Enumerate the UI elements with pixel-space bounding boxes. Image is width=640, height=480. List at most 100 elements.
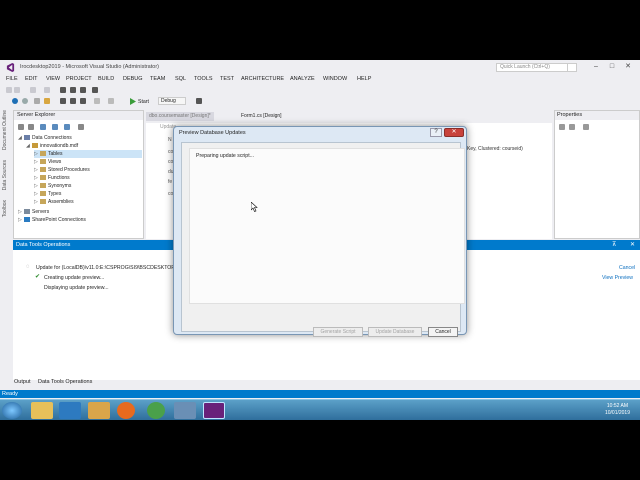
tree-node-servers[interactable]: ▷ Servers: [18, 208, 49, 216]
preview-database-updates-dialog: Preview Database Updates ? ✕ Preparing u…: [173, 126, 467, 337]
menu-test[interactable]: TEST: [220, 76, 234, 82]
media-player-icon[interactable]: [88, 402, 110, 419]
tree-node-stored-procedures[interactable]: ▷ Stored Procedures: [34, 166, 90, 174]
forward-icon[interactable]: [22, 98, 28, 104]
redo-icon[interactable]: [108, 98, 114, 104]
quick-launch-input[interactable]: Quick Launch (Ctrl+Q): [496, 63, 568, 72]
app-icon[interactable]: [174, 402, 196, 419]
menu-debug[interactable]: DEBUG: [123, 76, 143, 82]
close-icon[interactable]: ✕: [630, 241, 635, 248]
menu-view[interactable]: VIEW: [46, 76, 60, 82]
operation-line: Displaying update preview...: [44, 285, 109, 291]
tree-node-types[interactable]: ▷ Types: [34, 190, 61, 198]
status-text: Ready: [2, 391, 18, 397]
operation-line: Update for (LocalDB)\v11.0:E:\CSPROG\SI9…: [36, 265, 178, 271]
file-explorer-icon[interactable]: [31, 402, 53, 419]
server-explorer-header: Server Explorer: [14, 111, 143, 120]
visual-studio-taskbar-icon[interactable]: [203, 402, 225, 419]
menu-window[interactable]: WINDOW: [323, 76, 347, 82]
menu-sql[interactable]: SQL: [175, 76, 186, 82]
column-fragment: N: [168, 137, 172, 143]
tab-data-sources[interactable]: Data Sources: [2, 160, 8, 190]
pin-icon[interactable]: ⊼: [612, 241, 616, 248]
open-folder-icon[interactable]: [44, 98, 50, 104]
tab-form1-design[interactable]: Form1.cs [Design]: [238, 112, 285, 121]
start-orb-icon[interactable]: [2, 402, 22, 419]
tree-node-views[interactable]: ▷ Views: [34, 158, 61, 166]
close-window-button[interactable]: ✕: [622, 62, 634, 72]
toolbar-icon[interactable]: [92, 87, 98, 93]
tree-node-sharepoint[interactable]: ▷ SharePoint Connections: [18, 216, 86, 224]
minimize-button[interactable]: –: [590, 62, 602, 72]
tree-node-tables[interactable]: ▷ Tables: [34, 150, 142, 158]
toolbar-icon[interactable]: [196, 98, 202, 104]
toolbar-top: [0, 85, 640, 94]
alphabetical-icon[interactable]: [569, 124, 575, 130]
tab-toolbox[interactable]: Toolbox: [2, 200, 8, 217]
toolbar-icon[interactable]: [14, 87, 20, 93]
help-button[interactable]: ?: [430, 128, 442, 137]
toolbar-icon[interactable]: [30, 87, 36, 93]
menu-file[interactable]: FILE: [6, 76, 18, 82]
chrome-icon[interactable]: [147, 402, 165, 419]
menu-analyze[interactable]: ANALYZE: [290, 76, 315, 82]
menu-project[interactable]: PROJECT: [66, 76, 92, 82]
refresh-icon[interactable]: [18, 124, 24, 130]
clock[interactable]: 10:52 AM 10/01/2019: [605, 403, 630, 417]
tree-node-assemblies[interactable]: ▷ Assemblies: [34, 198, 74, 206]
toolbar-icon[interactable]: [80, 98, 86, 104]
view-preview-link[interactable]: View Preview: [602, 275, 633, 281]
stop-icon[interactable]: [28, 124, 34, 130]
start-button[interactable]: Start: [138, 99, 149, 105]
tree-node-database[interactable]: ◢ innovationdb.mdf: [26, 142, 78, 150]
toolbar-icon[interactable]: [80, 87, 86, 93]
save-icon[interactable]: [60, 98, 66, 104]
tab-document-outline[interactable]: Document Outline: [2, 110, 8, 150]
operation-line: Creating update preview...: [44, 275, 105, 281]
dialog-close-button[interactable]: ✕: [444, 128, 464, 137]
back-icon[interactable]: [12, 98, 18, 104]
tab-data-tools-operations[interactable]: Data Tools Operations: [38, 379, 92, 385]
toolbar-icon[interactable]: [44, 87, 50, 93]
config-dropdown[interactable]: Debug: [158, 97, 186, 105]
update-database-button[interactable]: Update Database: [368, 327, 422, 337]
cancel-link[interactable]: Cancel: [619, 265, 635, 271]
menu-tools[interactable]: TOOLS: [194, 76, 213, 82]
internet-explorer-icon[interactable]: [59, 402, 81, 419]
firefox-icon[interactable]: [117, 402, 135, 419]
connect-server-icon[interactable]: [52, 124, 58, 130]
filter-icon[interactable]: [78, 124, 84, 130]
tree-node-functions[interactable]: ▷ Functions: [34, 174, 70, 182]
save-all-icon[interactable]: [70, 98, 76, 104]
toolbar-icon[interactable]: [34, 98, 40, 104]
title-bar: Irocdesktop2019 - Microsoft Visual Studi…: [0, 60, 640, 75]
tab-output[interactable]: Output: [14, 379, 31, 385]
preview-text-area[interactable]: Preparing update script...: [189, 148, 465, 304]
property-pages-icon[interactable]: [583, 124, 589, 130]
menu-build[interactable]: BUILD: [98, 76, 114, 82]
menu-architecture[interactable]: ARCHITECTURE: [241, 76, 284, 82]
maximize-button[interactable]: □: [606, 62, 618, 72]
toolbar-icon[interactable]: [60, 87, 66, 93]
cancel-button[interactable]: Cancel: [428, 327, 458, 337]
menu-edit[interactable]: EDIT: [25, 76, 38, 82]
tree-node-synonyms[interactable]: ▷ Synonyms: [34, 182, 71, 190]
generate-script-button[interactable]: Generate Script: [313, 327, 363, 337]
search-icon[interactable]: [568, 63, 577, 72]
folder-icon: [40, 175, 46, 181]
menu-help[interactable]: HELP: [357, 76, 371, 82]
tree-node-data-connections[interactable]: ◢ Data Connections: [18, 134, 72, 142]
connect-database-icon[interactable]: [40, 124, 46, 130]
start-play-icon[interactable]: [130, 98, 136, 105]
tab-coursemaster-design[interactable]: dbo.coursemaster [Design]*: [146, 112, 214, 121]
key-description: Key, Clustered: courseid): [467, 146, 523, 152]
toolbar-icon[interactable]: [70, 87, 76, 93]
check-icon: ✔: [35, 274, 41, 280]
sharepoint-icon[interactable]: [64, 124, 70, 130]
window-title: Irocdesktop2019 - Microsoft Visual Studi…: [20, 64, 159, 70]
categorized-icon[interactable]: [559, 124, 565, 130]
undo-icon[interactable]: [94, 98, 100, 104]
toolbar-icon[interactable]: [6, 87, 12, 93]
properties-header: Properties: [555, 111, 639, 120]
menu-team[interactable]: TEAM: [150, 76, 165, 82]
